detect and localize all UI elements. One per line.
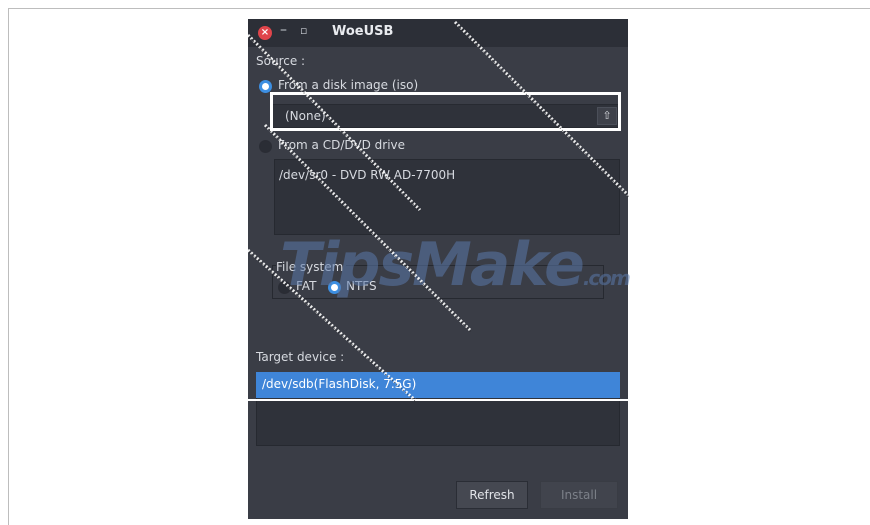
- diagonal-stripes: [246, 20, 630, 403]
